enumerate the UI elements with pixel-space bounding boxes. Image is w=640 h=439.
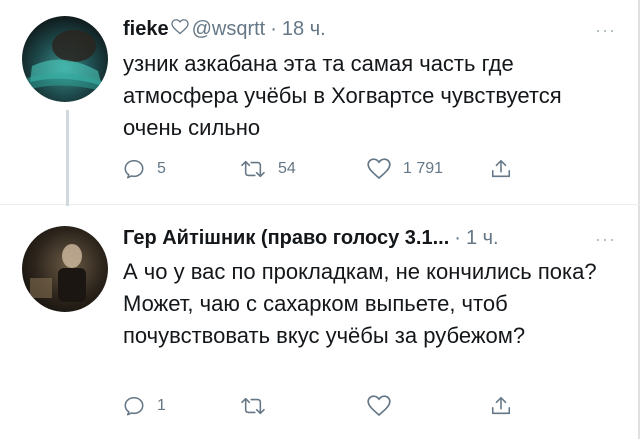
avatar-image bbox=[22, 226, 108, 312]
like-icon bbox=[367, 395, 391, 417]
retweet-icon bbox=[240, 395, 266, 417]
share-icon bbox=[490, 395, 512, 417]
tweet-header: Гер Айтішник (право голосу 3.1... · 1 ч. bbox=[123, 227, 499, 250]
tweet[interactable]: Гер Айтішник (право голосу 3.1... · 1 ч.… bbox=[0, 0, 640, 417]
avatar[interactable] bbox=[22, 226, 108, 312]
timestamp[interactable]: 1 ч. bbox=[466, 227, 499, 250]
like-button[interactable] bbox=[367, 395, 391, 417]
reply-button[interactable]: 1 bbox=[123, 395, 166, 417]
retweet-button[interactable] bbox=[240, 395, 266, 417]
tweet-paragraph: Может, чаю с сахарком выпьете, чтоб почу… bbox=[123, 291, 526, 348]
share-button[interactable] bbox=[490, 395, 512, 417]
reply-count: 1 bbox=[157, 397, 166, 414]
more-options-icon[interactable]: ··· bbox=[595, 229, 616, 250]
tweet-actions: 1 bbox=[123, 395, 543, 423]
reply-icon bbox=[123, 395, 145, 417]
author-name[interactable]: Гер Айтішник (право голосу 3.1... bbox=[123, 227, 449, 250]
tweet-paragraph: А чо у вас по прокладкам, не кончились п… bbox=[123, 259, 597, 284]
tweet-text: А чо у вас по прокладкам, не кончились п… bbox=[123, 256, 618, 352]
separator-dot: · bbox=[454, 227, 461, 249]
